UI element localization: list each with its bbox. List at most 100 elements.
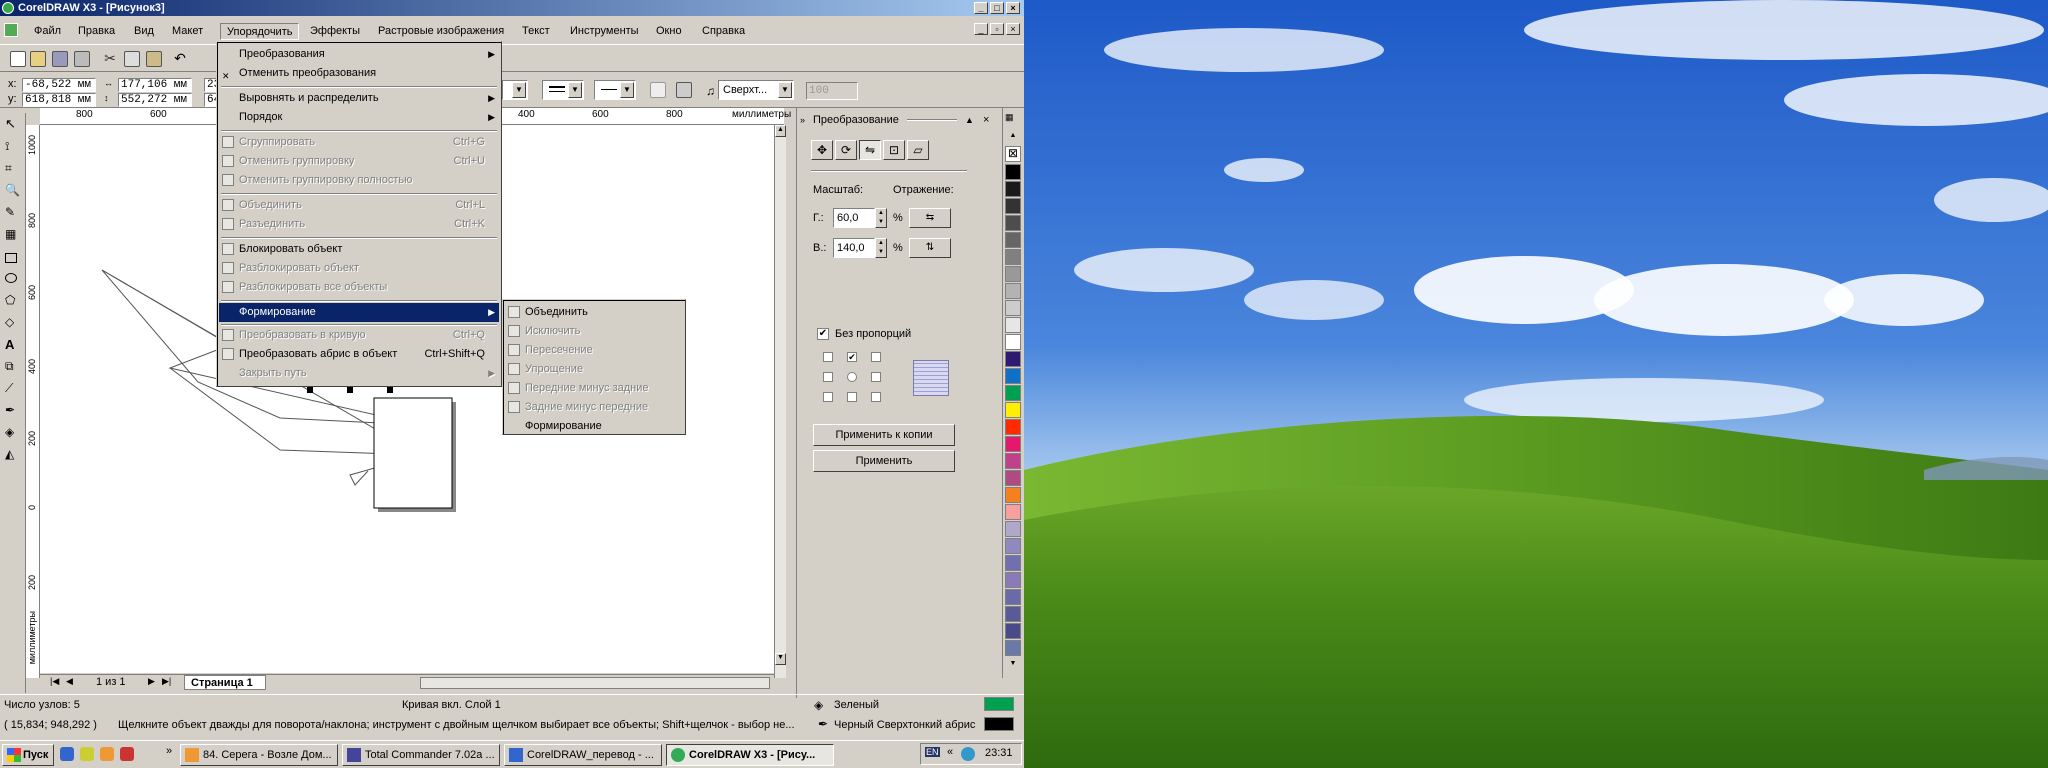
menu-tools[interactable]: Инструменты <box>564 23 645 40</box>
submenu-item-trim[interactable]: Исключить <box>505 322 683 341</box>
apply-button[interactable]: Применить <box>813 450 955 472</box>
color-swatch[interactable] <box>1005 198 1021 214</box>
interactive-blend-icon[interactable]: ⧉ <box>5 359 21 375</box>
smart-fill-icon[interactable]: ▦ <box>5 227 21 243</box>
menu-file[interactable]: Файл <box>28 23 67 40</box>
maximize-icon[interactable]: □ <box>990 2 1004 14</box>
arrow-end-combo[interactable]: ▼ <box>594 80 636 100</box>
new-icon[interactable] <box>10 51 26 67</box>
menu-window[interactable]: Окно <box>650 23 688 40</box>
first-page-icon[interactable]: |◀ <box>50 676 59 687</box>
copy-icon[interactable] <box>124 51 140 67</box>
tab-page-1[interactable]: Страница 1 <box>184 675 266 690</box>
freehand-tool-icon[interactable]: ✎ <box>5 205 21 221</box>
color-swatch[interactable] <box>1005 181 1021 197</box>
docker-title-bar[interactable]: » Преобразование ▲ × <box>797 112 1001 128</box>
x-position-field[interactable]: -68,522 мм <box>22 78 96 92</box>
color-swatch[interactable] <box>1005 606 1021 622</box>
color-swatch[interactable] <box>1005 589 1021 605</box>
menu-item-outline-to-object[interactable]: Преобразовать абрис в объект Ctrl+Shift+Q <box>219 345 499 364</box>
vertical-ruler[interactable]: 1000 800 600 400 200 0 200 миллиметры <box>26 125 40 678</box>
quicklaunch-app-icon[interactable] <box>80 747 94 761</box>
crop-tool-icon[interactable]: ⌗ <box>5 161 21 177</box>
menu-item-break-apart[interactable]: Разъединить Ctrl+K <box>219 215 499 234</box>
rectangle-tool-icon[interactable] <box>5 253 17 263</box>
menu-item-shaping[interactable]: Формирование ▶ <box>219 303 499 322</box>
menu-item-ungroup[interactable]: Отменить группировку Ctrl+U <box>219 152 499 171</box>
docker-collapse-icon[interactable]: » <box>800 112 805 128</box>
color-swatch[interactable] <box>1005 521 1021 537</box>
mirror-horizontal-icon[interactable]: ⇆ <box>909 208 951 228</box>
height-field[interactable]: 552,272 мм <box>118 93 192 107</box>
horizontal-scrollbar[interactable] <box>420 677 770 689</box>
h-scale-spinner[interactable]: ▲ ▼ <box>875 208 887 228</box>
quicklaunch-app-icon[interactable] <box>100 747 114 761</box>
zoom-tool-icon[interactable]: 🔍 <box>5 183 21 199</box>
doc-minimize-icon[interactable]: _ <box>974 23 988 35</box>
submenu-item-front-minus-back[interactable]: Передние минус задние <box>505 379 683 398</box>
print-icon[interactable] <box>74 51 90 67</box>
paste-icon[interactable] <box>146 51 162 67</box>
basic-shapes-icon[interactable]: ◇ <box>5 315 21 331</box>
interactive-fill-icon[interactable]: ◭ <box>5 447 21 463</box>
wrap-mode-combo[interactable]: Сверхт... ▼ <box>718 80 794 100</box>
color-swatch[interactable] <box>1005 283 1021 299</box>
shape-tool-icon[interactable]: ⟟ <box>5 139 21 155</box>
fill-color-swatch[interactable] <box>984 697 1014 711</box>
start-button[interactable]: Пуск <box>2 744 54 766</box>
nonproportional-checkbox[interactable]: ✔ <box>817 328 829 340</box>
color-swatch[interactable] <box>1005 266 1021 282</box>
prev-page-icon[interactable]: ◀ <box>66 676 73 687</box>
color-swatch[interactable] <box>1005 300 1021 316</box>
h-scale-input[interactable]: 60,0 <box>833 208 875 228</box>
text-tool-icon[interactable]: A <box>5 337 21 353</box>
skew-tab-icon[interactable]: ▱ <box>907 140 929 160</box>
pick-tool-icon[interactable]: ↖ <box>5 117 21 133</box>
color-swatch[interactable] <box>1005 640 1021 656</box>
menu-item-align-distribute[interactable]: Выровнять и распределить ▶ <box>219 89 499 108</box>
opacity-field[interactable]: 100 <box>806 82 858 100</box>
menu-help[interactable]: Справка <box>696 23 751 40</box>
color-swatch[interactable] <box>1005 504 1021 520</box>
color-swatch[interactable] <box>1005 470 1021 486</box>
outline-end-combo[interactable]: ▼ <box>502 80 528 100</box>
tray-expand-icon[interactable]: « <box>947 746 953 758</box>
color-swatch[interactable] <box>1005 368 1021 384</box>
submenu-item-back-minus-front[interactable]: Задние минус передние <box>505 398 683 417</box>
menu-bitmaps[interactable]: Растровые изображения <box>372 23 510 40</box>
position-tab-icon[interactable]: ✥ <box>811 140 833 160</box>
wrap-text-icon[interactable] <box>650 82 666 98</box>
menu-item-order[interactable]: Порядок ▶ <box>219 108 499 127</box>
menu-item-convert-to-curve[interactable]: Преобразовать в кривую Ctrl+Q <box>219 326 499 345</box>
menu-arrange[interactable]: Упорядочить <box>220 23 300 40</box>
no-color-swatch[interactable]: ⊠ <box>1005 146 1021 162</box>
submenu-item-simplify[interactable]: Упрощение <box>505 360 683 379</box>
color-swatch[interactable] <box>1005 419 1021 435</box>
color-swatch[interactable] <box>1005 164 1021 180</box>
quicklaunch-ie-icon[interactable] <box>60 747 74 761</box>
language-indicator[interactable]: EN <box>925 747 940 757</box>
color-swatch[interactable] <box>1005 402 1021 418</box>
color-swatch[interactable] <box>1005 249 1021 265</box>
menu-view[interactable]: Вид <box>128 23 160 40</box>
color-swatch[interactable] <box>1005 538 1021 554</box>
submenu-item-intersect[interactable]: Пересечение <box>505 341 683 360</box>
menu-text[interactable]: Текст <box>516 23 556 40</box>
document-icon[interactable] <box>4 23 18 37</box>
scroll-down-icon[interactable]: ▼ <box>775 653 786 665</box>
y-position-field[interactable]: 618,818 мм <box>22 93 96 107</box>
open-icon[interactable] <box>30 51 46 67</box>
menu-item-ungroup-all[interactable]: Отменить группировку полностью <box>219 171 499 190</box>
size-tab-icon[interactable]: ⊡ <box>883 140 905 160</box>
task-total-commander[interactable]: Total Commander 7.02a ... <box>342 744 500 766</box>
minimize-icon[interactable]: _ <box>974 2 988 14</box>
doc-close-icon[interactable]: × <box>1006 23 1020 35</box>
task-coreldraw[interactable]: CorelDRAW X3 - [Рису... <box>666 744 834 766</box>
palette-menu-icon[interactable]: ▦ <box>1005 112 1021 124</box>
break-apart-icon[interactable] <box>676 82 692 98</box>
apply-to-duplicate-button[interactable]: Применить к копии <box>813 424 955 446</box>
docker-close-icon[interactable]: × <box>983 112 989 128</box>
submenu-item-weld[interactable]: Объединить <box>505 303 683 322</box>
menu-item-close-path[interactable]: Закрыть путь ▶ <box>219 364 499 383</box>
color-swatch[interactable] <box>1005 215 1021 231</box>
